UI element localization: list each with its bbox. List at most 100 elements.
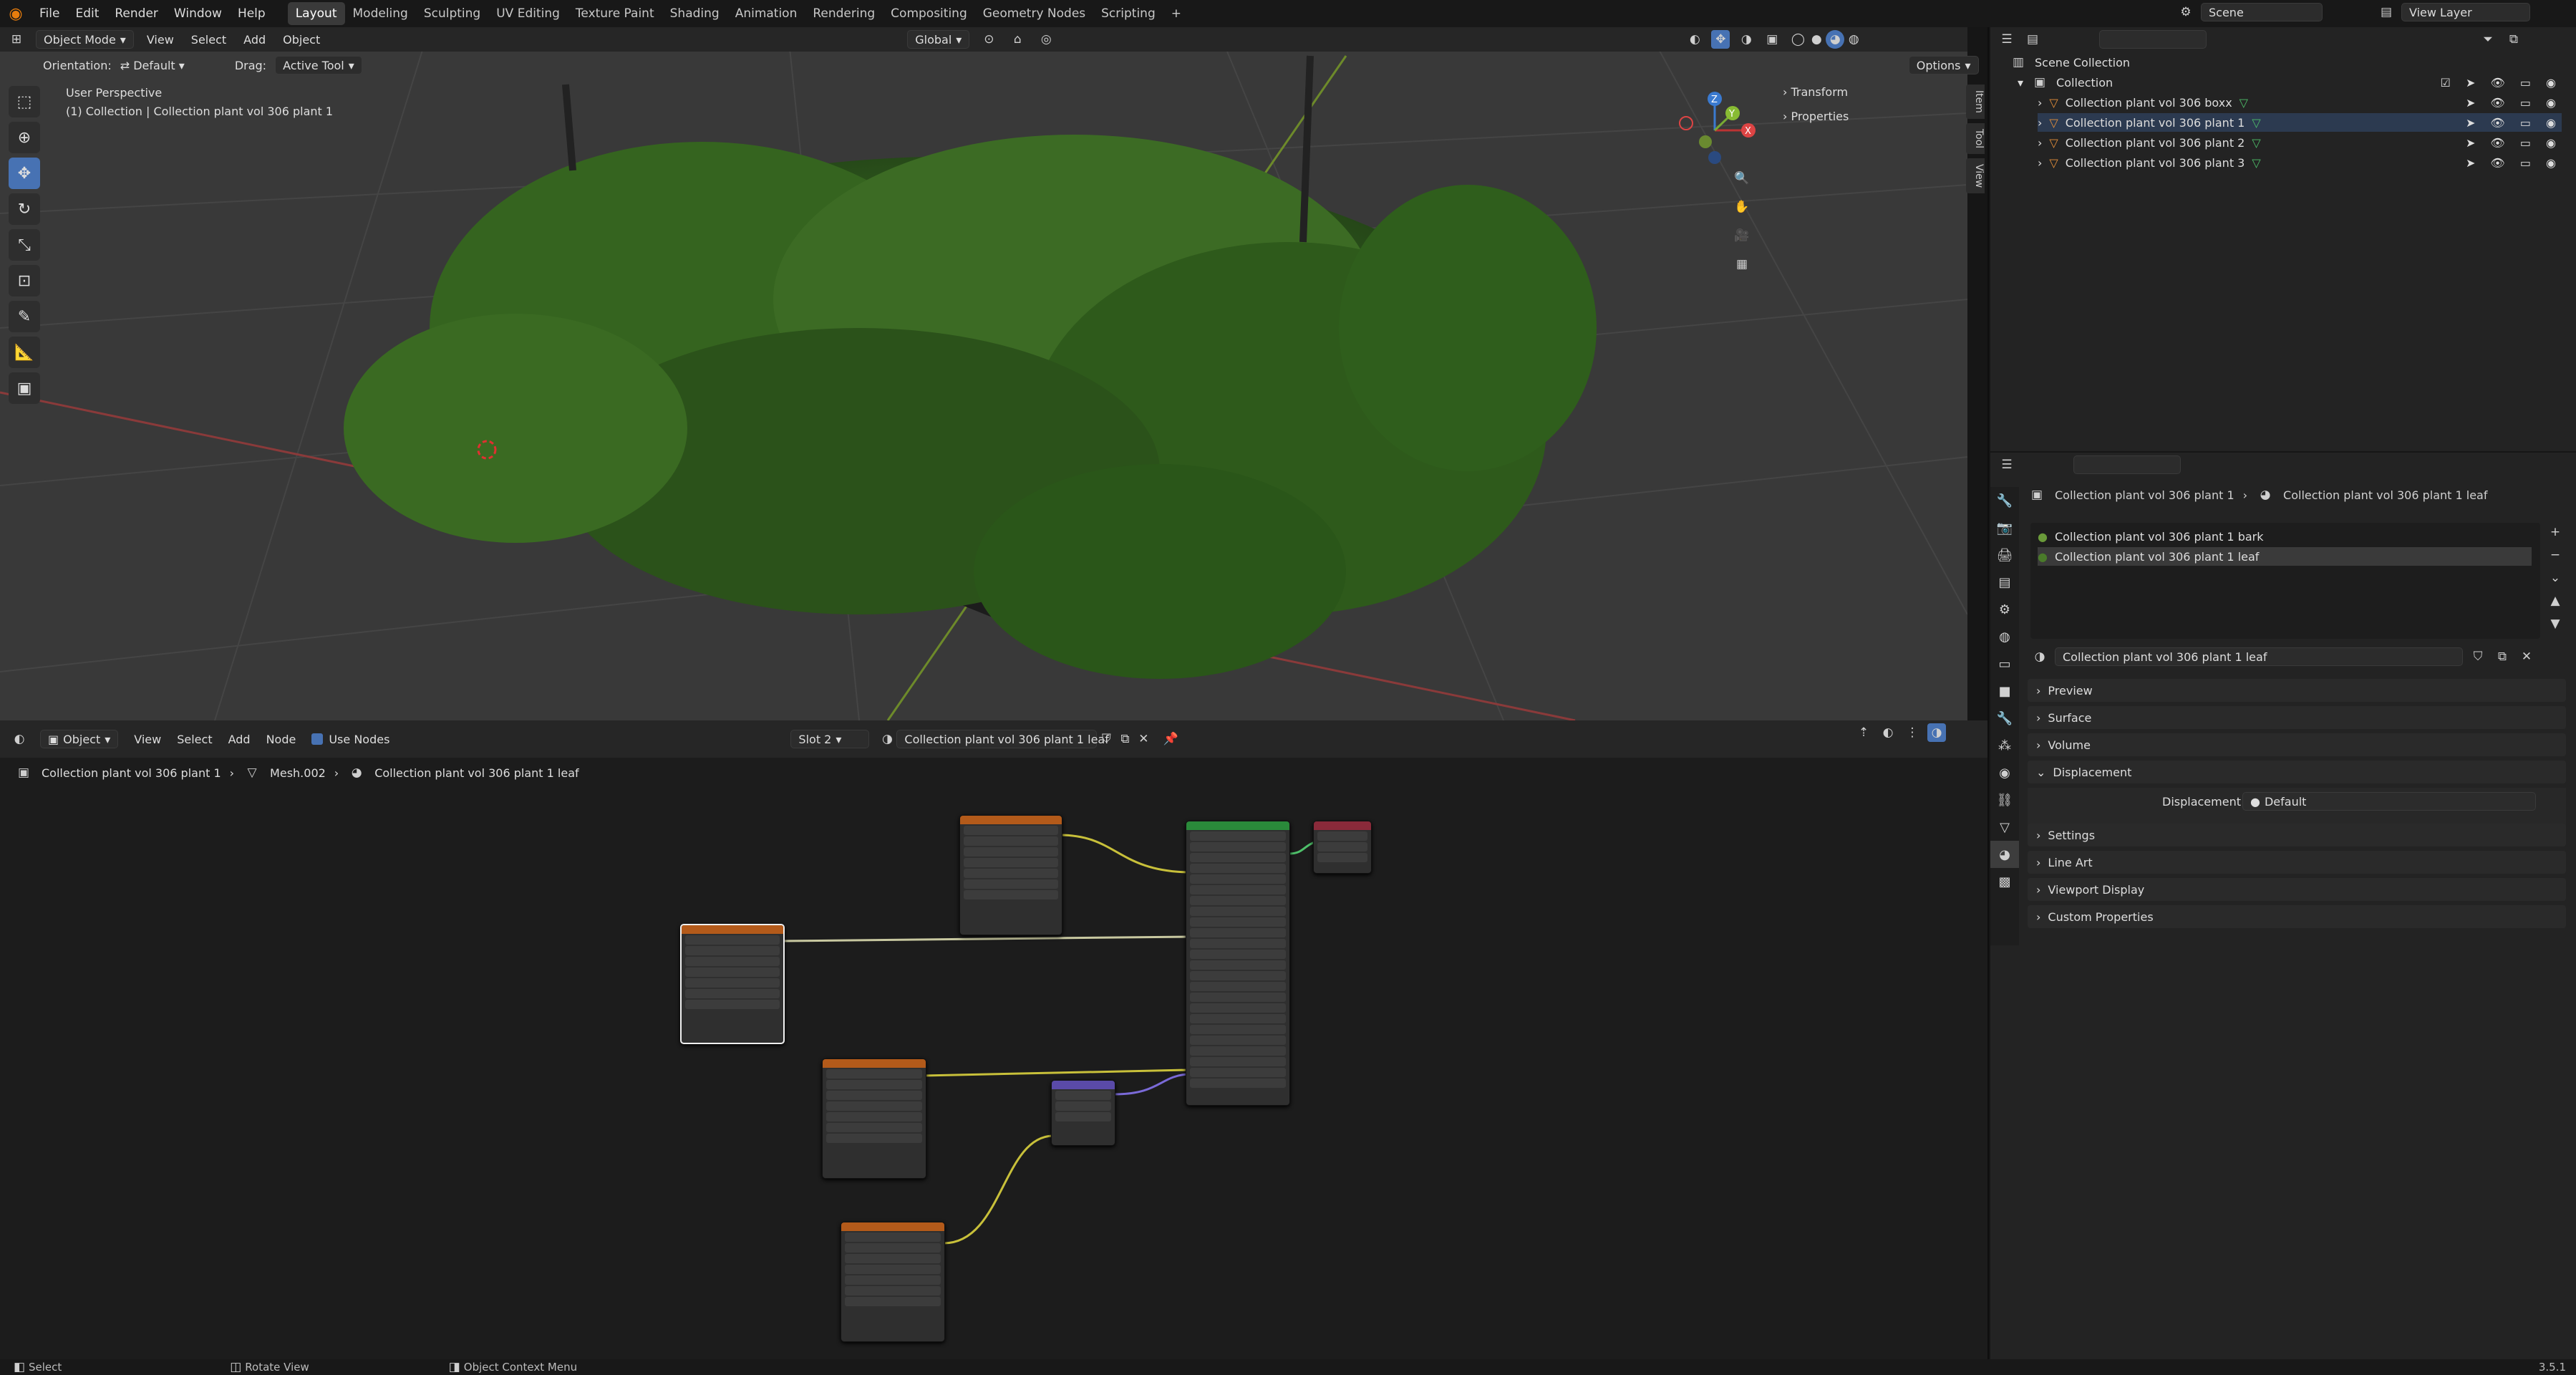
panel-custom-properties[interactable]: › Custom Properties — [2028, 905, 2566, 928]
displacement-socket[interactable]: ● Default — [2242, 792, 2536, 811]
shader-type-dropdown[interactable]: ▣ Object ▾ — [40, 730, 119, 748]
tab-animation[interactable]: Animation — [727, 2, 805, 25]
xray-icon[interactable]: ▣ — [1763, 30, 1781, 49]
annotate-tool-icon[interactable]: ✎ — [9, 301, 40, 332]
tab-view[interactable]: View — [1966, 158, 1985, 194]
outliner-item[interactable]: › ▽ Collection plant vol 306 plant 2 ▽ ➤… — [2038, 133, 2562, 152]
restriction-toggles[interactable]: ➤ 👁 ▭ ◉ — [2466, 136, 2562, 150]
material-browse-icon[interactable]: ◑ — [878, 730, 896, 748]
transform-tool-icon[interactable]: ⊡ — [9, 265, 40, 296]
zoom-icon[interactable]: 🔍 — [1733, 169, 1751, 188]
fake-user-icon[interactable]: ⛉ — [2469, 647, 2487, 666]
restriction-toggles[interactable]: ☑ ➤ 👁 ▭ ◉ — [2441, 76, 2562, 90]
use-nodes-checkbox[interactable] — [311, 733, 324, 745]
tab-compositing[interactable]: Compositing — [883, 2, 975, 25]
shading-solid-icon[interactable]: ● — [1807, 30, 1826, 49]
material-name-input[interactable]: Collection plant vol 306 plant 1 leaf — [2055, 647, 2463, 666]
editor-type-icon[interactable]: ⊞ — [7, 30, 26, 49]
menu-file[interactable]: File — [32, 6, 67, 21]
rotate-tool-icon[interactable]: ↻ — [9, 193, 40, 225]
move-slot-down-icon[interactable]: ▼ — [2546, 614, 2565, 633]
data-tab-icon[interactable]: ▽ — [1990, 814, 2019, 841]
outliner-item[interactable]: › ▽ Collection plant vol 306 plant 3 ▽ ➤… — [2038, 153, 2562, 172]
panel-surface[interactable]: › Surface — [2028, 706, 2566, 729]
slot-menu-icon[interactable]: ⌄ — [2546, 569, 2565, 587]
drag-dropdown[interactable]: Active Tool ▾ — [275, 56, 362, 74]
options-button[interactable]: Options ▾ — [1908, 56, 1979, 74]
render-tab-icon[interactable]: 📷 — [1990, 514, 2019, 541]
outliner-search-input[interactable] — [2099, 30, 2207, 49]
node-editor-type-icon[interactable]: ◐ — [10, 730, 29, 748]
scale-tool-icon[interactable]: ⤡ — [9, 229, 40, 261]
principled-bsdf-node[interactable] — [1186, 821, 1290, 1106]
properties-editor-icon[interactable]: ☰ — [1998, 455, 2016, 474]
outliner-editor-icon[interactable]: ☰ — [1998, 30, 2016, 49]
view-layer-selector[interactable]: ▤ View Layer — [2377, 3, 2530, 21]
outliner-scene-collection[interactable]: ▥ Scene Collection — [2009, 53, 2130, 72]
texture-tab-icon[interactable]: ▩ — [1990, 868, 2019, 895]
shading-rendered-icon[interactable]: ◍ — [1844, 30, 1863, 49]
panel-preview[interactable]: › Preview — [2028, 679, 2566, 702]
proportional-edit-icon[interactable]: ◎ — [1037, 30, 1055, 49]
overlay-node-icon[interactable]: ◐ — [1879, 723, 1897, 742]
mode-dropdown[interactable]: Object Mode ▾ — [36, 30, 134, 49]
measure-tool-icon[interactable]: 📐 — [9, 337, 40, 368]
view-layer-tab-icon[interactable]: ▤ — [1990, 569, 2019, 596]
expand-arrow-icon[interactable]: › — [2038, 156, 2042, 170]
pivot-icon[interactable]: ⊙ — [979, 30, 998, 49]
add-cube-tool-icon[interactable]: ▣ — [9, 372, 40, 404]
constraints-tab-icon[interactable]: ⛓ — [1990, 786, 2019, 814]
particles-tab-icon[interactable]: ⁂ — [1990, 732, 2019, 759]
node-header[interactable] — [1314, 821, 1371, 830]
outliner-collection[interactable]: ▾ ▣ Collection ☑ ➤ 👁 ▭ ◉ — [2018, 73, 2562, 92]
node-options-icon[interactable]: ⋮ — [1903, 723, 1922, 742]
transform-orientation-dropdown[interactable]: Global ▾ — [907, 30, 970, 49]
node-overlay-toggle-icon[interactable]: ◑ — [1927, 723, 1946, 742]
fake-user-icon[interactable]: ⛉ — [1097, 730, 1115, 748]
tab-item[interactable]: Item — [1966, 85, 1985, 119]
node-header[interactable] — [841, 1222, 944, 1231]
select-box-icon[interactable]: ⬚ — [9, 86, 40, 117]
navigation-gizmo[interactable]: X Y Z — [1668, 86, 1761, 172]
tab-tool[interactable]: Tool — [1966, 122, 1985, 155]
tab-scripting[interactable]: Scripting — [1093, 2, 1163, 25]
modifier-tab-icon[interactable]: 🔧 — [1990, 705, 2019, 732]
remove-slot-icon[interactable]: − — [2546, 546, 2565, 564]
tab-sculpting[interactable]: Sculpting — [416, 2, 488, 25]
node-select-menu[interactable]: Select — [177, 733, 212, 746]
view-menu[interactable]: View — [147, 33, 174, 47]
blender-logo-icon[interactable]: ◉ — [0, 3, 32, 24]
shading-material-icon[interactable]: ◕ — [1826, 30, 1845, 49]
pan-hand-icon[interactable]: ✋ — [1733, 198, 1751, 216]
normal-map-node[interactable] — [1051, 1080, 1115, 1146]
camera-icon[interactable]: 🎥 — [1733, 226, 1751, 245]
node-add-menu[interactable]: Add — [228, 733, 251, 746]
collection-tab-icon[interactable]: ▭ — [1990, 650, 2019, 677]
panel-volume[interactable]: › Volume — [2028, 733, 2566, 756]
restriction-toggles[interactable]: ➤ 👁 ▭ ◉ — [2466, 96, 2562, 110]
duplicate-icon[interactable]: ⧉ — [2493, 647, 2512, 666]
cursor-tool-icon[interactable]: ⊕ — [9, 122, 40, 153]
image-texture-node[interactable] — [841, 1222, 945, 1342]
material-tab-icon[interactable]: ◕ — [1990, 841, 2019, 868]
select-menu[interactable]: Select — [191, 33, 226, 47]
unlink-material-icon[interactable]: ✕ — [1134, 730, 1153, 748]
properties-search-input[interactable] — [2073, 455, 2181, 474]
world-tab-icon[interactable]: ◍ — [1990, 623, 2019, 650]
add-menu[interactable]: Add — [243, 33, 266, 47]
node-node-menu[interactable]: Node — [266, 733, 296, 746]
filter-icon[interactable]: ⏷ — [2479, 30, 2497, 49]
tab-geometry-nodes[interactable]: Geometry Nodes — [975, 2, 1093, 25]
unlink-icon[interactable]: ✕ — [2517, 647, 2536, 666]
panel-viewport-display[interactable]: › Viewport Display — [2028, 878, 2566, 901]
menu-edit[interactable]: Edit — [67, 6, 107, 21]
expand-arrow-icon[interactable]: ▾ — [2018, 76, 2023, 90]
scene-tab-icon[interactable]: ⚙ — [1990, 596, 2019, 623]
node-header[interactable] — [682, 925, 783, 934]
image-texture-node[interactable] — [680, 924, 785, 1044]
output-tab-icon[interactable]: 🖨 — [1990, 541, 2019, 569]
shading-wireframe-icon[interactable]: ◯ — [1788, 30, 1807, 49]
duplicate-material-icon[interactable]: ⧉ — [1115, 730, 1134, 748]
overlays-icon[interactable]: ◑ — [1737, 30, 1756, 49]
menu-help[interactable]: Help — [230, 6, 273, 21]
